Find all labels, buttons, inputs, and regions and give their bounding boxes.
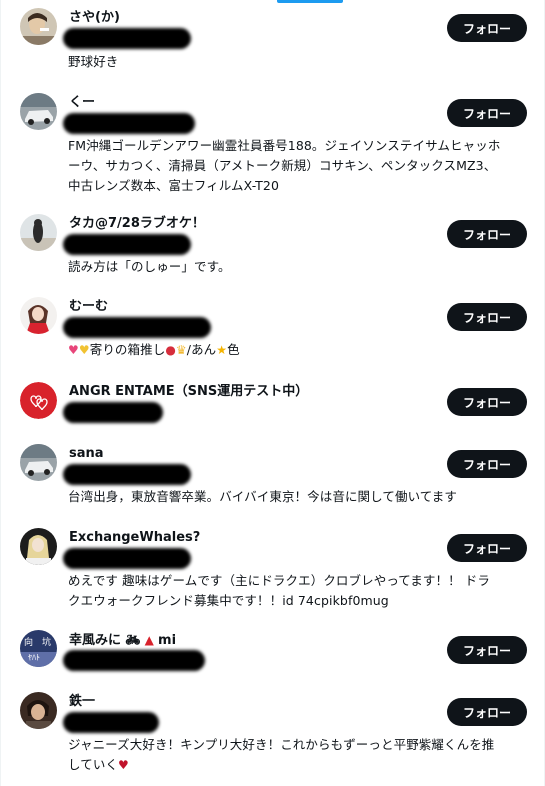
redacted-handle: [63, 650, 205, 671]
follow-button[interactable]: フォロー: [447, 220, 527, 248]
avatar[interactable]: [20, 214, 57, 251]
redacted-handle: [63, 317, 211, 338]
user-name[interactable]: 鉄一: [69, 694, 95, 710]
avatar[interactable]: [20, 444, 57, 481]
crown-person-icon: ♛: [175, 343, 187, 357]
yellow-heart-icon: ♥: [78, 343, 90, 357]
user-bio: 読み方は「のしゅー」です。: [68, 259, 231, 274]
user-cell[interactable]: 向 坑 ﾔﾊﾄ 幸風みに 🚲︎ ▲ mi フォロー: [1, 630, 544, 680]
user-name[interactable]: さや(か): [69, 10, 120, 26]
avatar[interactable]: [20, 297, 57, 334]
user-name[interactable]: ExchangeWhales?: [69, 530, 200, 546]
user-bio: 台湾出身，東放音響卒業。バイバイ東京！今は音に関して働いてます: [68, 489, 457, 504]
user-bio: ♥♥寄りの箱推し●♛/あん★色: [68, 342, 240, 357]
bicycle-icon: 🚲︎: [121, 633, 141, 647]
follow-button[interactable]: フォロー: [447, 636, 527, 664]
avatar[interactable]: 向 坑 ﾔﾊﾄ: [20, 630, 57, 667]
user-bio: 野球好き: [68, 54, 119, 69]
svg-text:向: 向: [24, 636, 33, 648]
user-cell[interactable]: sana 台湾出身，東放音響卒業。バイバイ東京！今は音に関して働いてます フォロ…: [1, 444, 544, 514]
user-name[interactable]: 幸風みに 🚲︎ ▲ mi: [69, 632, 176, 649]
follow-suggestions-list: さや(か) 野球好き フォロー くー FM沖縄ゴールデンアワー幽霊社員番号188…: [0, 0, 545, 786]
user-cell[interactable]: ANGR ENTAME（SNS運用テスト中） フォロー: [1, 382, 544, 432]
user-cell[interactable]: ExchangeWhales? めえです 趣味はゲームです（主にドラクエ）クロブ…: [1, 528, 544, 618]
active-tab-indicator: [277, 0, 343, 3]
user-name[interactable]: タカ@7/28ラブオケ！: [69, 216, 205, 232]
redacted-handle: [63, 712, 159, 733]
strawberry-icon: ●: [165, 343, 176, 357]
user-bio: ジャニーズ大好き！キンプリ大好き！これからもずーっと平野紫耀くんを推 していく♥: [68, 737, 495, 772]
pink-heart-icon: ♥: [68, 343, 79, 357]
follow-button[interactable]: フォロー: [447, 698, 527, 726]
red-heart-icon: ♥: [118, 758, 129, 772]
redacted-handle: [63, 464, 191, 485]
user-name[interactable]: むーむ: [69, 299, 108, 315]
avatar[interactable]: [20, 528, 57, 565]
follow-button[interactable]: フォロー: [447, 450, 527, 478]
svg-text:ﾔﾊﾄ: ﾔﾊﾄ: [28, 653, 40, 662]
svg-text:坑: 坑: [42, 636, 51, 648]
avatar[interactable]: [20, 692, 57, 729]
user-cell[interactable]: くー FM沖縄ゴールデンアワー幽霊社員番号188。ジェイソンステイサムヒャッホ …: [1, 93, 544, 203]
avatar[interactable]: [20, 382, 57, 419]
user-cell[interactable]: 鉄一 ジャニーズ大好き！キンプリ大好き！これからもずーっと平野紫耀くんを推 して…: [1, 692, 544, 782]
follow-button[interactable]: フォロー: [447, 388, 527, 416]
user-bio: めえです 趣味はゲームです（主にドラクエ）クロブレやってます！！ ドラ クエウォ…: [68, 573, 490, 608]
user-name[interactable]: くー: [69, 95, 95, 111]
redacted-handle: [63, 548, 191, 569]
star-icon: ★: [216, 343, 228, 357]
redacted-handle: [63, 28, 191, 49]
avatar[interactable]: [20, 93, 57, 130]
user-name[interactable]: ANGR ENTAME（SNS運用テスト中）: [69, 384, 308, 400]
user-cell[interactable]: タカ@7/28ラブオケ！ 読み方は「のしゅー」です。 フォロー: [1, 214, 544, 284]
follow-button[interactable]: フォロー: [447, 303, 527, 331]
user-cell[interactable]: むーむ ♥♥寄りの箱推し●♛/あん★色 フォロー: [1, 297, 544, 367]
redacted-handle: [63, 234, 191, 255]
follow-button[interactable]: フォロー: [447, 534, 527, 562]
user-cell[interactable]: さや(か) 野球好き フォロー: [1, 8, 544, 80]
avatar[interactable]: [20, 8, 57, 45]
redacted-handle: [63, 402, 163, 423]
redacted-handle: [63, 113, 195, 134]
follow-button[interactable]: フォロー: [447, 99, 527, 127]
user-name[interactable]: sana: [69, 446, 104, 462]
cake-icon: ▲: [140, 633, 159, 647]
follow-button[interactable]: フォロー: [447, 14, 527, 42]
user-bio: FM沖縄ゴールデンアワー幽霊社員番号188。ジェイソンステイサムヒャッホ ーウ、…: [68, 138, 501, 193]
